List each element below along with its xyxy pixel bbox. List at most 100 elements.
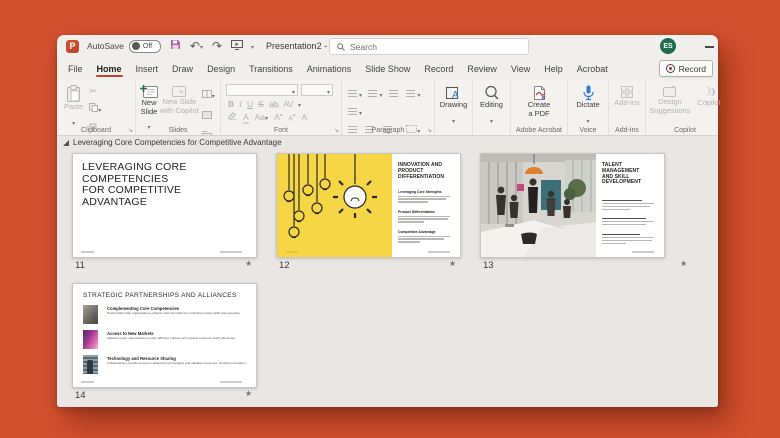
- tab-record[interactable]: Record: [417, 59, 460, 78]
- copilot-button[interactable]: Copilot: [697, 85, 721, 115]
- tab-transitions[interactable]: Transitions: [242, 59, 300, 78]
- font-dialog-launcher-icon[interactable]: [334, 127, 339, 134]
- tab-acrobat[interactable]: Acrobat: [570, 59, 615, 78]
- create-pdf-button[interactable]: Create a PDF: [511, 85, 567, 118]
- editing-button[interactable]: Editing: [473, 85, 510, 128]
- tab-animations[interactable]: Animations: [300, 59, 359, 78]
- account-avatar[interactable]: ES: [660, 38, 676, 54]
- group-slides: New Slide New Slide with Copilot Slides: [136, 80, 221, 143]
- slide-sorter: Leveraging Core Competencies for Competi…: [57, 136, 718, 407]
- group-editing: Editing: [473, 80, 511, 135]
- undo-icon[interactable]: ↶: [190, 40, 200, 52]
- slide-14-image-2: [83, 330, 98, 349]
- slide-thumbnail-11[interactable]: LEVERAGING CORE COMPETENCIES FOR COMPETI…: [72, 153, 257, 258]
- clipboard-dialog-launcher-icon[interactable]: [128, 127, 133, 134]
- design-suggestions-button[interactable]: Design Suggestions: [649, 85, 691, 115]
- slide-12-text-panel: INNOVATION AND PRODUCT DIFFERENTIATION L…: [392, 154, 460, 257]
- bold-button[interactable]: B: [228, 99, 234, 109]
- char-spacing-chevron-icon[interactable]: [298, 99, 301, 109]
- editing-chevron-icon: [490, 110, 493, 128]
- tab-review[interactable]: Review: [460, 59, 504, 78]
- numbering-icon[interactable]: [368, 90, 378, 97]
- slide-12-subheading-2: Product Differentiation: [398, 210, 435, 214]
- font-color-button[interactable]: A: [243, 113, 249, 124]
- paragraph-dialog-launcher-icon[interactable]: [427, 127, 432, 134]
- font-name-combobox[interactable]: [226, 84, 298, 96]
- highlight-color-button[interactable]: [228, 111, 237, 122]
- autosave-state: Off: [142, 42, 153, 50]
- record-button[interactable]: Record: [658, 60, 713, 77]
- section-collapse-icon: [63, 139, 69, 146]
- grow-font-button[interactable]: A▴: [274, 112, 282, 122]
- redo-icon[interactable]: ↷: [212, 40, 222, 52]
- group-font: B I U S ab AV A Aa A▴ A▾ A Font: [221, 80, 342, 135]
- slide-14-number: 14: [75, 390, 86, 401]
- minimize-icon[interactable]: [705, 46, 714, 48]
- bullets-icon[interactable]: [348, 90, 357, 97]
- tab-file[interactable]: File: [61, 59, 90, 78]
- slide-thumbnail-13[interactable]: TALENT MANAGEMENT AND SKILL DEVELOPMENT: [480, 153, 665, 258]
- slide-14-image-3: [83, 355, 98, 374]
- slide-12-animation-icon: [449, 259, 456, 268]
- drawing-button[interactable]: A Drawing: [435, 85, 472, 128]
- search-box[interactable]: Search: [329, 38, 529, 55]
- slide-11-animation-icon: [245, 259, 252, 268]
- layout-icon[interactable]: [201, 85, 215, 103]
- start-slideshow-icon[interactable]: [231, 39, 244, 53]
- addins-button[interactable]: Add-ins: [609, 85, 645, 108]
- autosave-toggle[interactable]: Off: [128, 39, 161, 53]
- group-drawing: A Drawing: [435, 80, 473, 135]
- copy-icon[interactable]: [89, 99, 101, 117]
- slide-14-animation-icon: [245, 389, 252, 398]
- search-icon: [337, 42, 345, 51]
- strikethrough-button[interactable]: S: [258, 99, 264, 109]
- section-title: Leveraging Core Competencies for Competi…: [73, 138, 282, 147]
- tab-insert[interactable]: Insert: [129, 59, 166, 78]
- italic-button[interactable]: I: [239, 99, 242, 109]
- addins-group-label: Add-ins: [615, 127, 639, 134]
- powerpoint-app-icon: P: [66, 39, 79, 53]
- autosave-label: AutoSave: [87, 41, 124, 51]
- text-direction-icon[interactable]: [348, 108, 357, 115]
- line-spacing-icon[interactable]: [406, 90, 416, 97]
- quick-access-chevron-icon[interactable]: [251, 41, 254, 51]
- acrobat-group-label: Adobe Acrobat: [516, 127, 562, 134]
- record-icon: [665, 64, 675, 73]
- slide-14-body-3: Collaborations provide access to advance…: [107, 360, 247, 365]
- section-header[interactable]: Leveraging Core Competencies for Competi…: [63, 138, 282, 147]
- tab-help[interactable]: Help: [537, 59, 570, 78]
- clear-formatting-button[interactable]: A: [301, 112, 307, 122]
- character-spacing-button[interactable]: AV: [283, 99, 293, 109]
- change-case-button[interactable]: Aa: [255, 112, 268, 122]
- underline-button[interactable]: U: [247, 99, 253, 109]
- slides-group-label: Slides: [168, 127, 188, 134]
- desktop: P AutoSave Off ↶ ↷ Presentation2 - Power…: [0, 0, 780, 438]
- voice-group-label: Voice: [579, 127, 597, 134]
- text-shadow-button[interactable]: ab: [269, 99, 278, 109]
- cut-icon[interactable]: ✂: [89, 86, 101, 97]
- tab-view[interactable]: View: [504, 59, 537, 78]
- layout-chevron-icon: [212, 85, 215, 102]
- reset-icon[interactable]: [201, 106, 215, 124]
- font-size-combobox[interactable]: [301, 84, 333, 96]
- tab-design[interactable]: Design: [200, 59, 242, 78]
- record-button-label: Record: [678, 63, 706, 74]
- dictate-button[interactable]: Dictate: [568, 85, 608, 128]
- tab-home[interactable]: Home: [90, 59, 129, 78]
- group-clipboard: Paste ✂ Clipboard: [57, 80, 136, 135]
- indent-decrease-icon[interactable]: [388, 90, 398, 97]
- tab-draw[interactable]: Draw: [165, 59, 200, 78]
- slide-12-subheading-3: Competitive Advantage: [398, 230, 436, 234]
- toggle-knob-icon: [131, 42, 140, 50]
- slide-thumbnail-14[interactable]: STRATEGIC PARTNERSHIPS AND ALLIANCES Com…: [72, 283, 257, 388]
- save-icon[interactable]: [170, 39, 181, 53]
- group-adobe-acrobat: Create a PDF Adobe Acrobat: [511, 80, 568, 135]
- slide-14-body-2: Alliances open opportunities to enter di…: [107, 335, 236, 340]
- slide-12-subheading-1: Leveraging Core Strengths: [398, 190, 442, 194]
- tab-slide-show[interactable]: Slide Show: [358, 59, 417, 78]
- title-bar: P AutoSave Off ↶ ↷ Presentation2 - Power…: [57, 35, 718, 57]
- shrink-font-button[interactable]: A▾: [288, 113, 295, 122]
- slide-thumbnail-12[interactable]: INNOVATION AND PRODUCT DIFFERENTIATION L…: [276, 153, 461, 258]
- undo-chevron-icon[interactable]: [200, 41, 203, 51]
- office-photo: [481, 154, 596, 257]
